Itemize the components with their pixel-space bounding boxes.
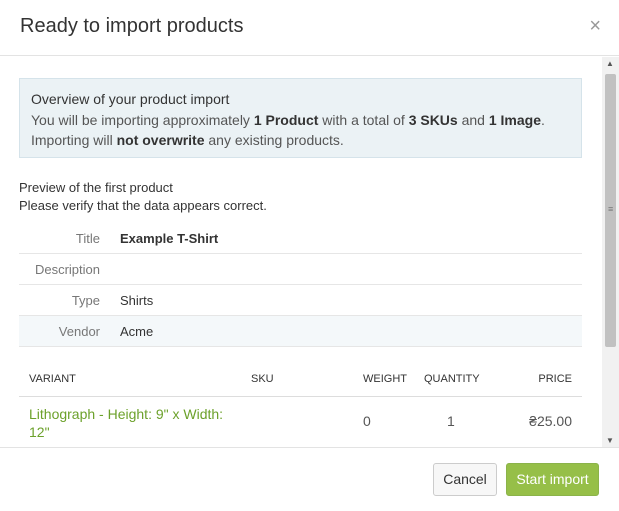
column-header-variant: VARIANT [29,373,76,385]
table-row: Lithograph - Height: 9" x Width: 12" 0 1… [19,397,582,447]
property-value: Example T-Shirt [120,231,219,246]
variant-weight: 0 [363,413,371,429]
dialog-footer: Cancel Start import [0,447,619,511]
dialog-header: Ready to import products × [0,0,619,56]
column-header-quantity: QUANTITY [424,373,480,385]
property-row-type: Type Shirts [19,285,582,316]
variant-quantity: 1 [447,413,455,429]
overview-overwrite-note: Importing will not overwrite any existin… [31,132,344,148]
overview-summary: You will be importing approximately 1 Pr… [31,112,545,128]
import-overview-panel: Overview of your product import You will… [19,78,582,158]
product-properties: Title Example T-Shirt Description Type S… [19,223,582,347]
overview-heading: Overview of your product import [31,91,230,107]
property-label: Type [71,293,100,308]
preview-heading: Preview of the first product [19,180,173,195]
sku-count: 3 SKUs [408,112,458,128]
variant-price: ₴25.00 [529,413,572,429]
variant-link[interactable]: Lithograph - Height: 9" x Width: 12" [29,405,229,441]
cancel-button[interactable]: Cancel [433,463,497,496]
preview-header: Preview of the first product Please veri… [19,179,267,215]
start-import-button[interactable]: Start import [506,463,599,496]
scroll-down-arrow-icon[interactable]: ▼ [606,436,614,445]
column-header-price: PRICE [538,373,572,385]
property-value: Shirts [120,293,154,308]
image-count: 1 Image [488,112,541,128]
variants-table-header: VARIANT SKU WEIGHT QUANTITY PRICE [19,364,582,397]
property-label: Description [34,262,100,277]
scroll-up-arrow-icon[interactable]: ▲ [606,59,614,68]
overwrite-emphasis: not overwrite [116,132,205,148]
dialog-title: Ready to import products [20,15,244,37]
vertical-scrollbar[interactable]: ▲ ≡ ▼ [602,57,619,447]
import-dialog: Ready to import products × Overview of y… [0,0,619,511]
column-header-sku: SKU [251,373,274,385]
property-label: Title [75,231,100,246]
variants-table: VARIANT SKU WEIGHT QUANTITY PRICE Lithog… [19,364,582,447]
column-header-weight: WEIGHT [363,373,407,385]
preview-subheading: Please verify that the data appears corr… [19,198,267,213]
close-icon[interactable]: × [589,16,601,36]
scrollbar-thumb[interactable]: ≡ [605,74,616,347]
product-count: 1 Product [253,112,319,128]
grip-icon: ≡ [608,204,614,214]
property-row-title: Title Example T-Shirt [19,223,582,254]
property-value: Acme [120,324,154,339]
dialog-body[interactable]: Overview of your product import You will… [0,57,602,447]
property-row-vendor: Vendor Acme [19,316,582,347]
property-label: Vendor [58,324,100,339]
property-row-description: Description [19,254,582,285]
